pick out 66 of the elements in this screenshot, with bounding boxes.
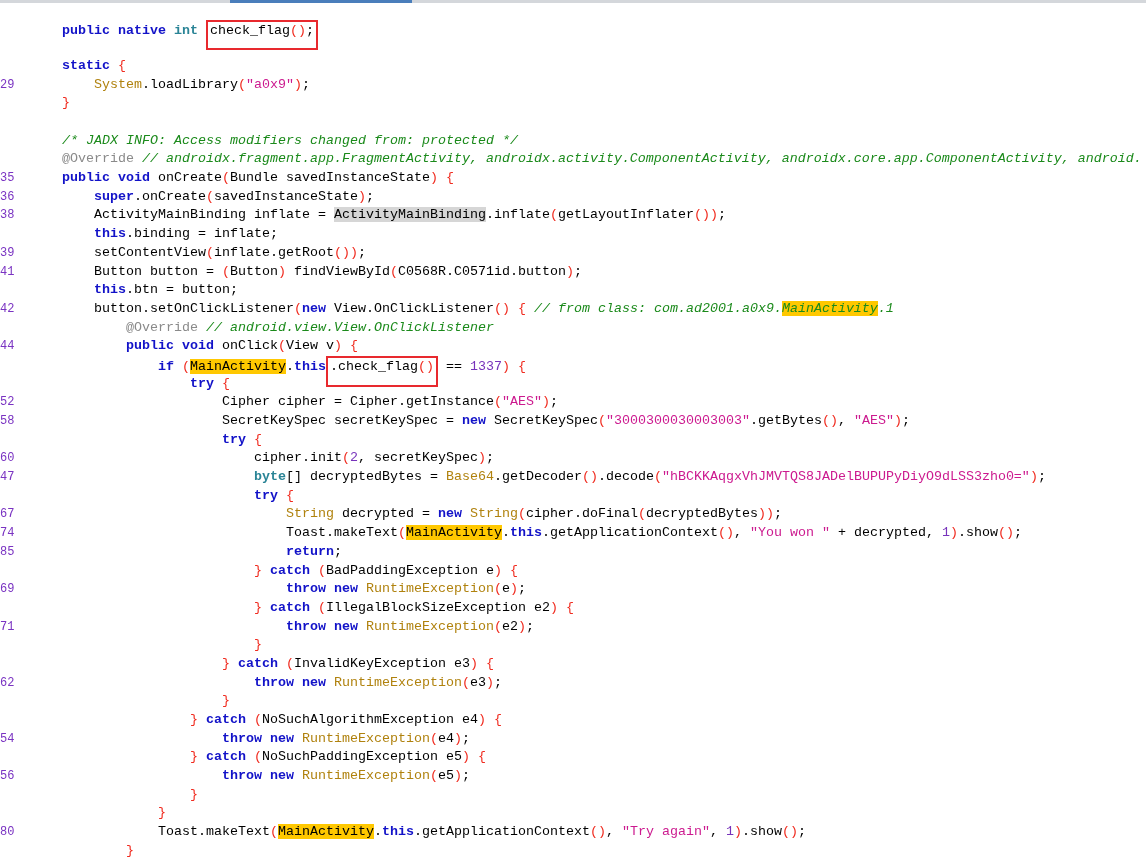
- code-line: throw new RuntimeException(e3);: [254, 673, 502, 692]
- line-number: 42: [0, 301, 15, 316]
- code-line: String decrypted = new String(cipher.doFinal(decryptedBytes));: [286, 505, 782, 524]
- code-line: public void onCreate(Bundle savedInstanceState) {: [62, 169, 454, 188]
- code-line: /* JADX INFO: Access modifiers changed from: protected */: [62, 131, 518, 150]
- code-line: setContentView(inflate.getRoot());: [94, 243, 366, 262]
- code-line: } catch (InvalidKeyException e3) {: [222, 654, 494, 673]
- code-line: } catch (IllegalBlockSizeException e2) {: [254, 598, 574, 617]
- code-line: System.loadLibrary("a0x9");: [94, 75, 310, 94]
- line-number: 44: [0, 339, 15, 354]
- line-number: 35: [0, 171, 15, 186]
- code-line: } catch (NoSuchAlgorithmException e4) {: [190, 711, 502, 730]
- code-line: Button button = (Button) findViewById(C0568R.C0571id.button);: [94, 262, 582, 281]
- line-number: 80: [0, 825, 15, 840]
- code-line: }: [222, 692, 230, 711]
- boxed-code: .check_flag(): [326, 355, 438, 387]
- code-line: }: [190, 785, 198, 804]
- code-line: byte[] decryptedBytes = Base64.getDecoder().decode("hBCKKAqgxVhJMVTQS8JADelBUPUPyDiyO9dLSS3zho0=");: [254, 468, 1046, 487]
- line-number: 47: [0, 470, 15, 485]
- line-number: 36: [0, 189, 15, 204]
- line-number: 41: [0, 264, 15, 279]
- line-number: 38: [0, 208, 15, 223]
- code-line: try {: [190, 374, 230, 393]
- line-number: 58: [0, 414, 15, 429]
- line-number: 56: [0, 769, 15, 784]
- code-line: }: [62, 94, 70, 113]
- code-line: @Override // androidx.fragment.app.FragmentActivity, androidx.activity.ComponentActivity, androidx.core.app.ComponentActivity, android.: [62, 150, 1142, 169]
- line-number: 29: [0, 77, 15, 92]
- code-line: throw new RuntimeException(e4);: [222, 729, 470, 748]
- code-line: ActivityMainBinding inflate = ActivityMainBinding.inflate(getLayoutInflater());: [94, 206, 726, 225]
- line-number: 52: [0, 395, 15, 410]
- code-line: return;: [286, 542, 342, 561]
- code-line: throw new RuntimeException(e2);: [286, 617, 534, 636]
- code-line: public void onClick(View v) {: [126, 337, 358, 356]
- line-number: 85: [0, 544, 15, 559]
- code-line: try {: [222, 430, 262, 449]
- code-line: }: [126, 841, 134, 860]
- line-number: 54: [0, 731, 15, 746]
- code-line: public native int: [62, 21, 199, 40]
- code-line: throw new RuntimeException(e);: [286, 580, 526, 599]
- code-line: == 1337) {: [444, 357, 526, 376]
- code-line: @Override // android.view.View.OnClickListener: [126, 318, 494, 337]
- code-line: static {: [62, 56, 126, 75]
- line-number: 62: [0, 675, 15, 690]
- code-line: }: [158, 804, 166, 823]
- code-line: this.btn = button;: [94, 281, 238, 300]
- boxed-code: check_flag();: [206, 19, 318, 51]
- code-line: cipher.init(2, secretKeySpec);: [254, 449, 494, 468]
- code-line: throw new RuntimeException(e5);: [222, 767, 470, 786]
- code-line: Toast.makeText(MainActivity.this.getApplicationContext(), "Try again", 1).show();: [158, 823, 806, 842]
- line-number: 69: [0, 582, 15, 597]
- code-line: }: [254, 636, 262, 655]
- code-line: Cipher cipher = Cipher.getInstance("AES");: [222, 393, 558, 412]
- code-line: super.onCreate(savedInstanceState);: [94, 187, 374, 206]
- line-number: 71: [0, 619, 15, 634]
- code-line: if (MainActivity.this: [158, 357, 326, 376]
- code-line: } catch (BadPaddingException e) {: [254, 561, 518, 580]
- code-line: try {: [254, 486, 294, 505]
- line-number: 67: [0, 507, 15, 522]
- code-line: SecretKeySpec secretKeySpec = new SecretKeySpec("3000300030003003".getBytes(), "AES");: [222, 412, 910, 431]
- code-line: Toast.makeText(MainActivity.this.getApplicationContext(), "You won " + decrypted, 1).show();: [286, 524, 1022, 543]
- line-number: 39: [0, 245, 15, 260]
- code-line: this.binding = inflate;: [94, 225, 278, 244]
- line-number: 74: [0, 526, 15, 541]
- code-line: } catch (NoSuchPaddingException e5) {: [190, 748, 486, 767]
- line-number: 60: [0, 451, 15, 466]
